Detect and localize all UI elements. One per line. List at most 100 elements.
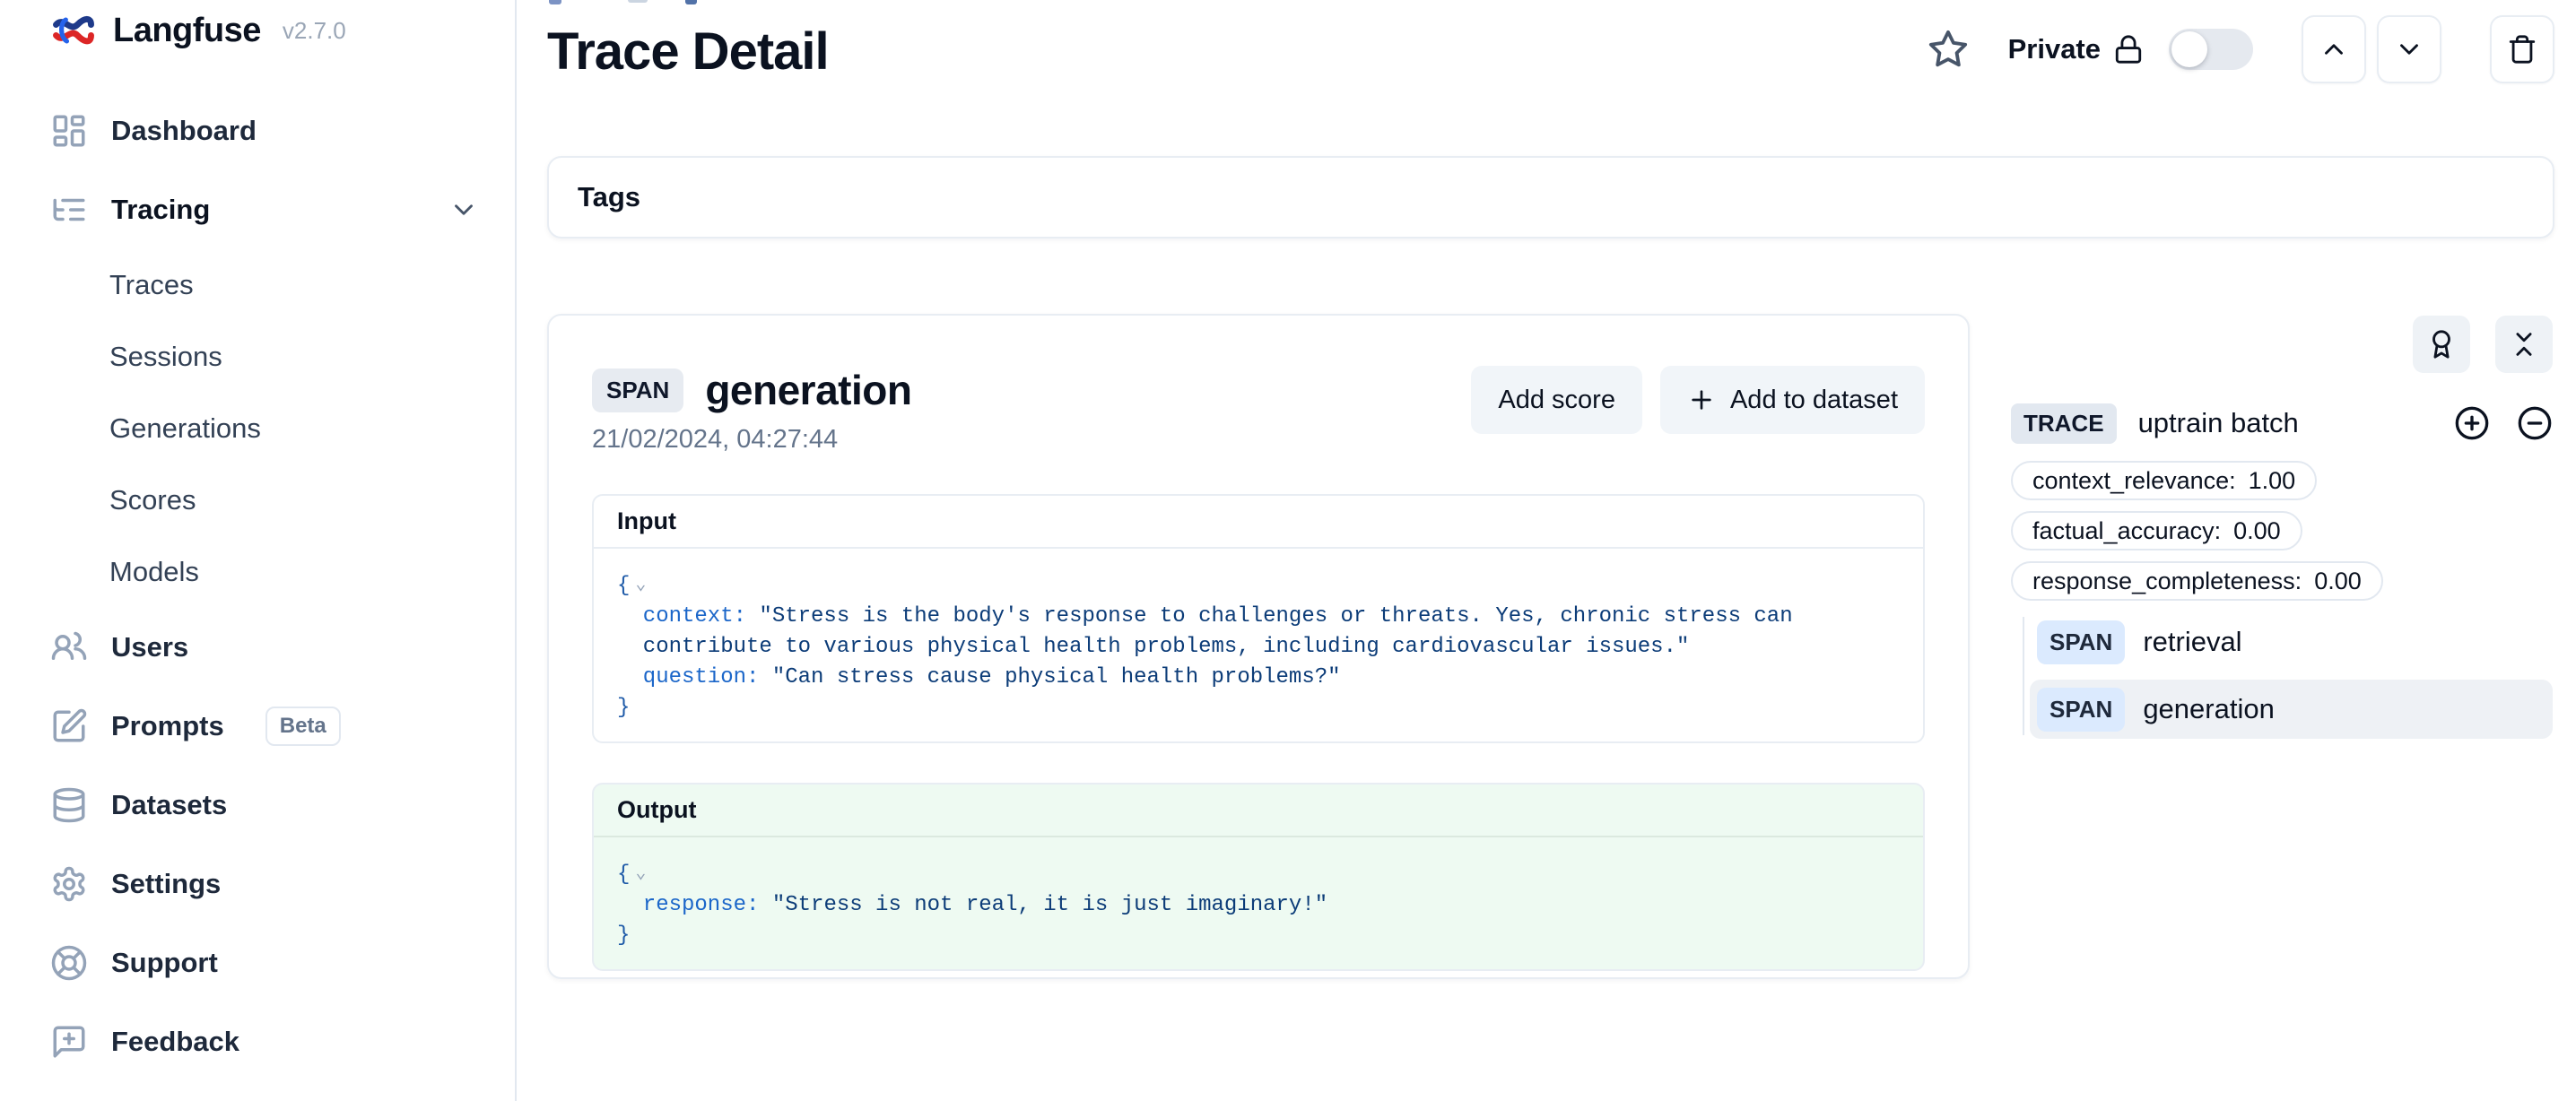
gear-icon [50,865,88,903]
json-key: response: [643,893,760,917]
observation-type-badge: SPAN [592,368,683,412]
add-score-button[interactable]: Add score [1471,366,1642,434]
tree-node-generation[interactable]: SPAN generation [2030,680,2553,739]
trace-scores: context_relevance: 1.00 factual_accuracy… [2011,461,2553,601]
sidebar-item-scores[interactable]: Scores [50,464,515,536]
chevron-down-icon [2394,34,2424,65]
sidebar-item-label: Tracing [111,194,210,226]
tree-connector-line [2023,617,2024,735]
app-version: v2.7.0 [283,17,346,45]
close-brace: } [617,693,1900,724]
score-value: 0.00 [2314,568,2362,595]
score-value: 1.00 [2249,467,2296,495]
json-value: "Stress is not real, it is just imaginar… [772,893,1327,917]
output-box-title: Output [594,785,1923,837]
add-to-dataset-button[interactable]: Add to dataset [1660,366,1925,434]
sidebar-item-users[interactable]: Users [50,608,515,687]
message-plus-icon [50,1023,88,1061]
trace-root-row[interactable]: TRACE uptrain batch [2011,402,2553,445]
sidebar-item-label: Datasets [111,789,227,821]
span-type-badge: SPAN [2037,620,2125,664]
score-badge: factual_accuracy: 0.00 [2011,511,2302,550]
tags-card[interactable]: Tags [547,156,2554,238]
sidebar-item-settings[interactable]: Settings [50,845,515,923]
open-brace: { [617,863,630,887]
prev-trace-button[interactable] [2302,15,2366,83]
tags-card-title: Tags [578,181,640,213]
chevron-up-icon [2319,34,2349,65]
sidebar-item-dashboard[interactable]: Dashboard [50,91,515,170]
life-buoy-icon [50,944,88,982]
sidebar-item-models[interactable]: Models [50,536,515,608]
cropped-breadcrumb-fragment [628,0,648,3]
sidebar-item-label: Users [111,631,188,663]
input-box: Input {⌄ context: "Stress is the body's … [592,494,1925,743]
sidebar-item-tracing[interactable]: Tracing [50,170,515,249]
trace-name: uptrain batch [2138,407,2299,439]
list-tree-icon [50,191,88,229]
score-value: 0.00 [2233,517,2281,545]
star-bookmark-icon[interactable] [1928,29,1969,70]
json-key: context: [643,604,746,629]
scores-award-button[interactable] [2413,316,2470,373]
tracing-submenu: Traces Sessions Generations Scores Model… [50,249,515,608]
json-value: "Stress is the body's response to challe… [643,604,1793,659]
open-brace: { [617,574,630,598]
output-json-viewer[interactable]: {⌄ response: "Stress is not real, it is … [594,837,1923,969]
sidebar-item-label: Feedback [111,1026,239,1058]
award-icon [2426,329,2457,360]
plus-icon [1687,386,1716,414]
sidebar-item-traces[interactable]: Traces [50,249,515,321]
score-name: factual_accuracy: [2032,517,2221,545]
collapse-chevron-icon[interactable]: ⌄ [630,863,646,884]
sidebar-item-generations[interactable]: Generations [50,393,515,464]
sidebar: Langfuse v2.7.0 Dashboard Tracing Traces… [0,0,517,1101]
score-badge: response_completeness: 0.00 [2011,561,2383,601]
sidebar-item-label: Support [111,947,218,979]
output-box: Output {⌄ response: "Stress is not real,… [592,783,1925,971]
cropped-breadcrumb-fragment [549,0,561,4]
beta-badge: Beta [265,707,341,746]
observation-title: generation [705,366,911,414]
collapse-chevron-icon[interactable]: ⌄ [630,575,646,595]
span-type-badge: SPAN [2037,688,2125,732]
delete-trace-button[interactable] [2490,15,2554,83]
cropped-breadcrumb-fragment [685,0,697,4]
input-box-title: Input [594,496,1923,549]
next-trace-button[interactable] [2377,15,2441,83]
json-key: question: [643,665,760,689]
privacy-toggle[interactable] [2169,29,2253,70]
expand-all-icon[interactable] [2454,405,2490,441]
chevron-down-icon [448,195,479,225]
observation-tree: SPAN retrieval SPAN generation [2011,613,2553,739]
dashboard-icon [50,112,88,150]
langfuse-logo-icon [50,11,97,50]
app-logo-row[interactable]: Langfuse v2.7.0 [50,9,515,52]
score-name: context_relevance: [2032,467,2236,495]
score-badge: context_relevance: 1.00 [2011,461,2317,500]
tree-node-retrieval[interactable]: SPAN retrieval [2011,613,2553,671]
score-name: response_completeness: [2032,568,2302,595]
trash-icon [2507,34,2537,65]
sidebar-item-sessions[interactable]: Sessions [50,321,515,393]
observation-timestamp: 21/02/2024, 04:27:44 [592,425,911,455]
sidebar-item-datasets[interactable]: Datasets [50,766,515,845]
header-controls: Private [1928,14,2554,84]
trace-tree-panel: TRACE uptrain batch context_relevance: 1… [2011,316,2553,739]
users-icon [50,629,88,666]
sidebar-nav: Dashboard Tracing Traces Sessions Genera… [50,91,515,1081]
sidebar-item-label: Prompts [111,710,224,742]
collapse-tree-button[interactable] [2495,316,2553,373]
close-brace: } [617,921,1900,951]
sidebar-item-prompts[interactable]: Prompts Beta [50,687,515,766]
edit-icon [50,707,88,745]
input-json-viewer[interactable]: {⌄ context: "Stress is the body's respon… [594,549,1923,741]
lock-icon [2113,34,2144,65]
json-value: "Can stress cause physical health proble… [772,665,1341,689]
page-title: Trace Detail [547,22,829,82]
sidebar-item-label: Settings [111,868,221,900]
observation-header: SPAN generation 21/02/2024, 04:27:44 Add… [549,316,1968,455]
sidebar-item-support[interactable]: Support [50,923,515,1002]
collapse-all-icon[interactable] [2517,405,2553,441]
sidebar-item-feedback[interactable]: Feedback [50,1002,515,1081]
